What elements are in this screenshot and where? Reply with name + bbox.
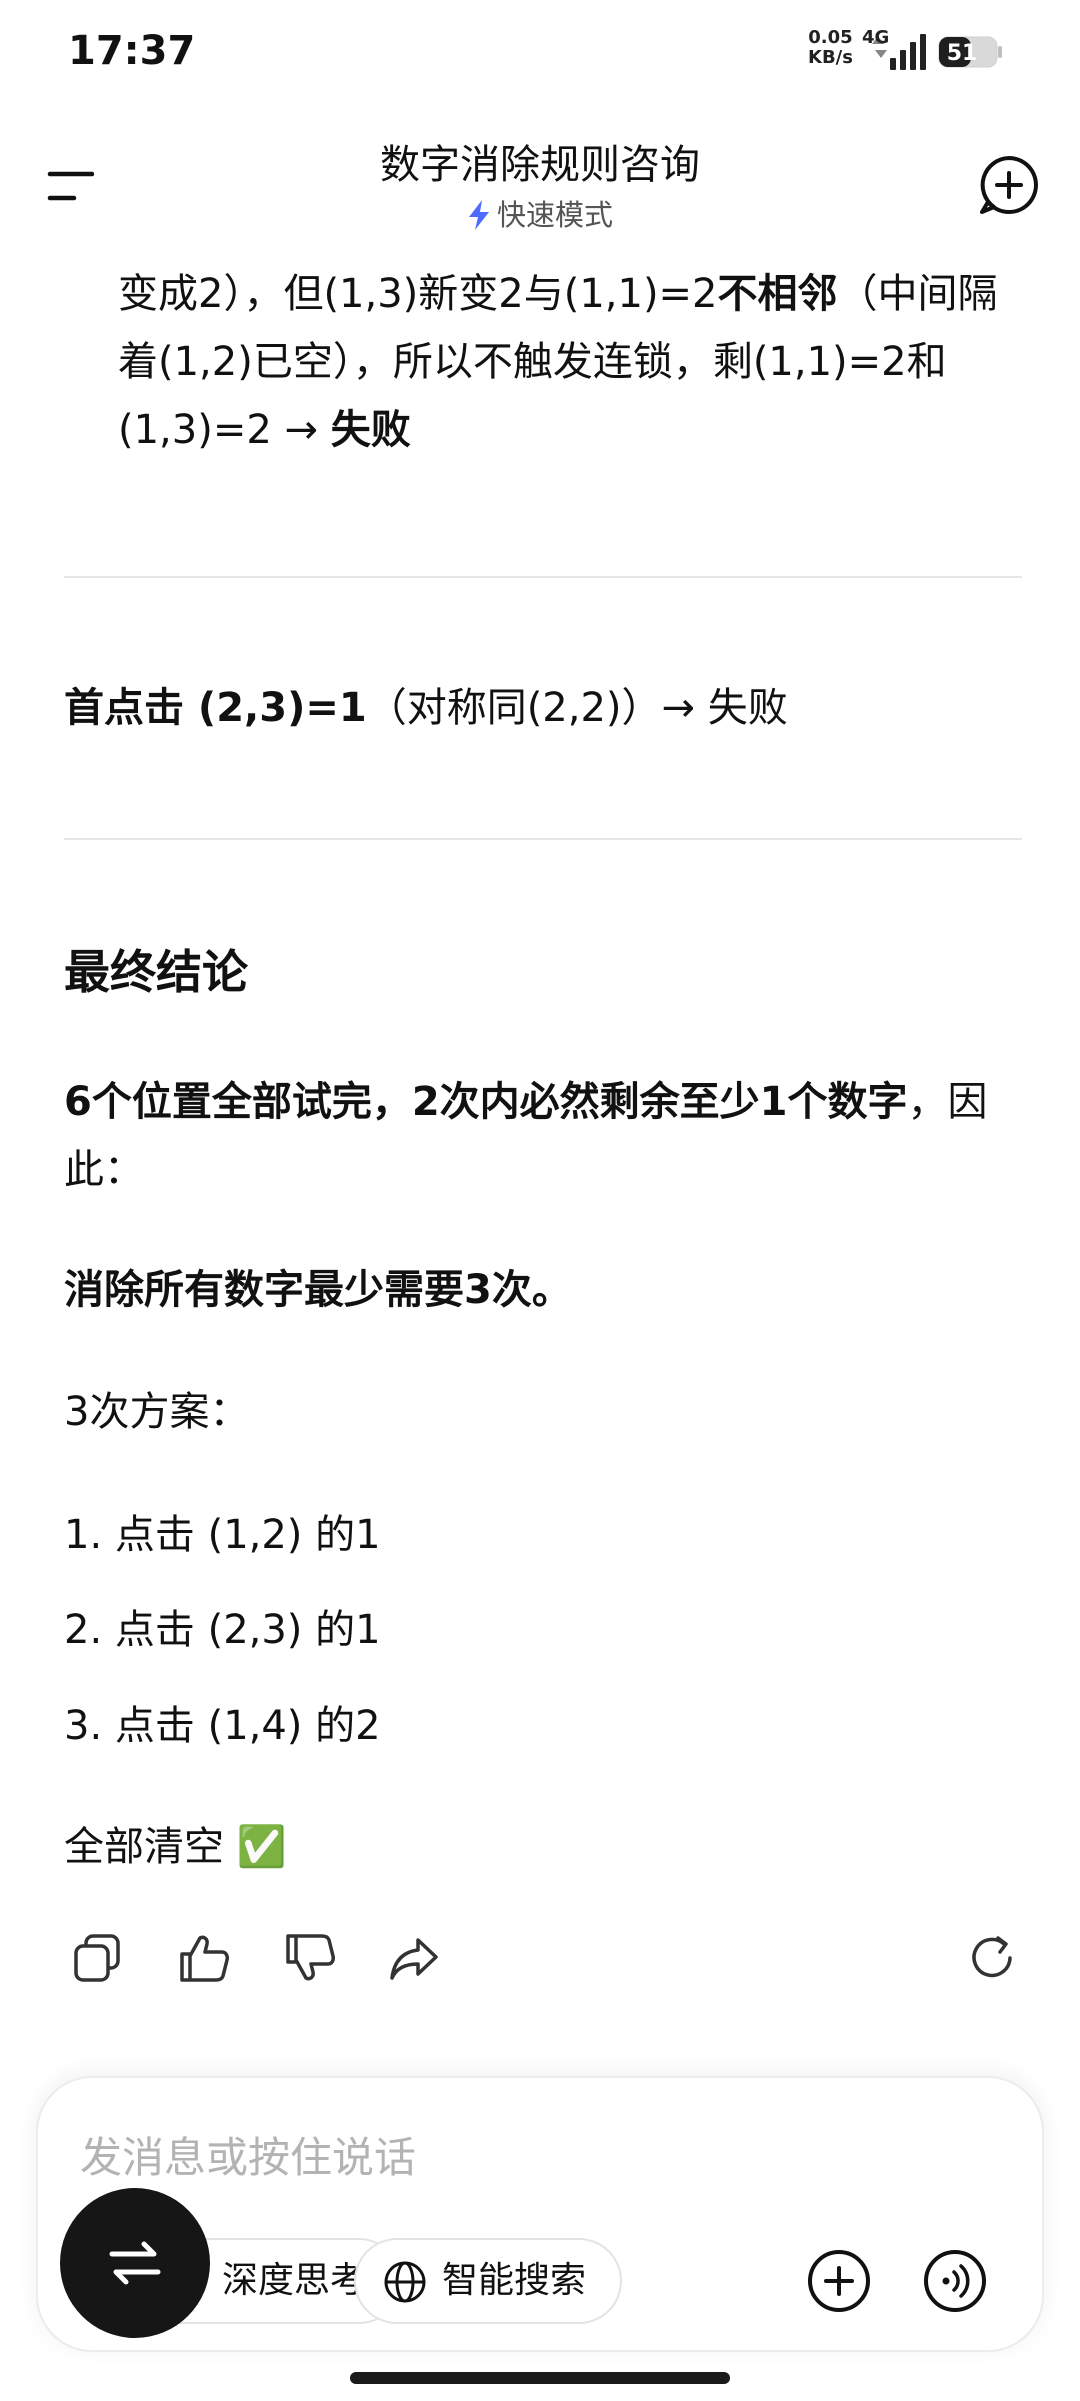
final-text: 全部清空 ✅ [64,1824,287,1870]
list-item: 3. 点击 (1,4) 的2 [64,1703,381,1749]
thumbs-up-icon[interactable] [176,1930,232,1986]
message-actions [64,1926,1022,1996]
home-indicator[interactable] [350,2372,730,2384]
lightning-icon [468,200,489,230]
deep-think-label: 深度思考 [222,2260,367,2301]
divider [64,838,1022,840]
divider [64,576,1022,578]
message-paragraph: 6个位置全部试完，2次内必然剩余至少1个数字，因此： [64,1079,988,1193]
signal-icon [872,34,926,70]
message-input[interactable]: 发消息或按住说话 [80,2124,416,2185]
share-icon[interactable] [386,1930,442,1986]
switch-floating-button[interactable] [60,2188,210,2338]
mode-indicator[interactable]: 快速模式 [0,192,1080,234]
add-attachment-button[interactable] [794,2236,884,2326]
battery-icon: 51 [938,36,1002,68]
refresh-icon[interactable] [964,1930,1020,1986]
status-bar: 17:37 0.05 KB/s 4G 51 [0,0,1080,100]
message-paragraph-continued: … 变成2），但(1,3)新变2与(1,1)=2不相邻（中间隔着(1,2)已空）… [118,271,998,453]
swap-icon [109,2241,161,2285]
list-item: 2. 点击 (2,3) 的1 [64,1607,381,1653]
battery-level: 51 [947,41,978,66]
network-speed-value: 0.05 [808,27,853,48]
section-heading: 最终结论 [64,945,248,999]
list-item: 1. 点击 (1,2) 的1 [64,1512,381,1558]
conclusion-text: 消除所有数字最少需要3次。 [64,1267,572,1313]
status-time: 17:37 [68,28,196,74]
thumbs-down-icon[interactable] [282,1930,338,1986]
message-content: … 变成2），但(1,3)新变2与(1,1)=2不相邻（中间隔着(1,2)已空）… [0,236,1080,2066]
chat-header: 数字消除规则咨询 快速模式 [0,120,1080,250]
smart-search-button[interactable]: 智能搜索 [354,2238,623,2324]
mode-label: 快速模式 [496,198,613,232]
globe-icon [384,2261,426,2303]
copy-icon[interactable] [70,1930,126,1986]
plan-label: 3次方案： [64,1389,250,1435]
voice-call-button[interactable] [910,2236,1000,2326]
chat-title[interactable]: 数字消除规则咨询 [0,132,1080,190]
new-chat-icon[interactable] [978,154,1040,216]
smart-search-label: 智能搜索 [442,2260,587,2301]
network-speed-unit: KB/s [808,47,853,68]
message-paragraph: 首点击 (2,3)=1（对称同(2,2)）→ 失败 [64,685,788,731]
network-speed: 0.05 KB/s [808,28,853,68]
